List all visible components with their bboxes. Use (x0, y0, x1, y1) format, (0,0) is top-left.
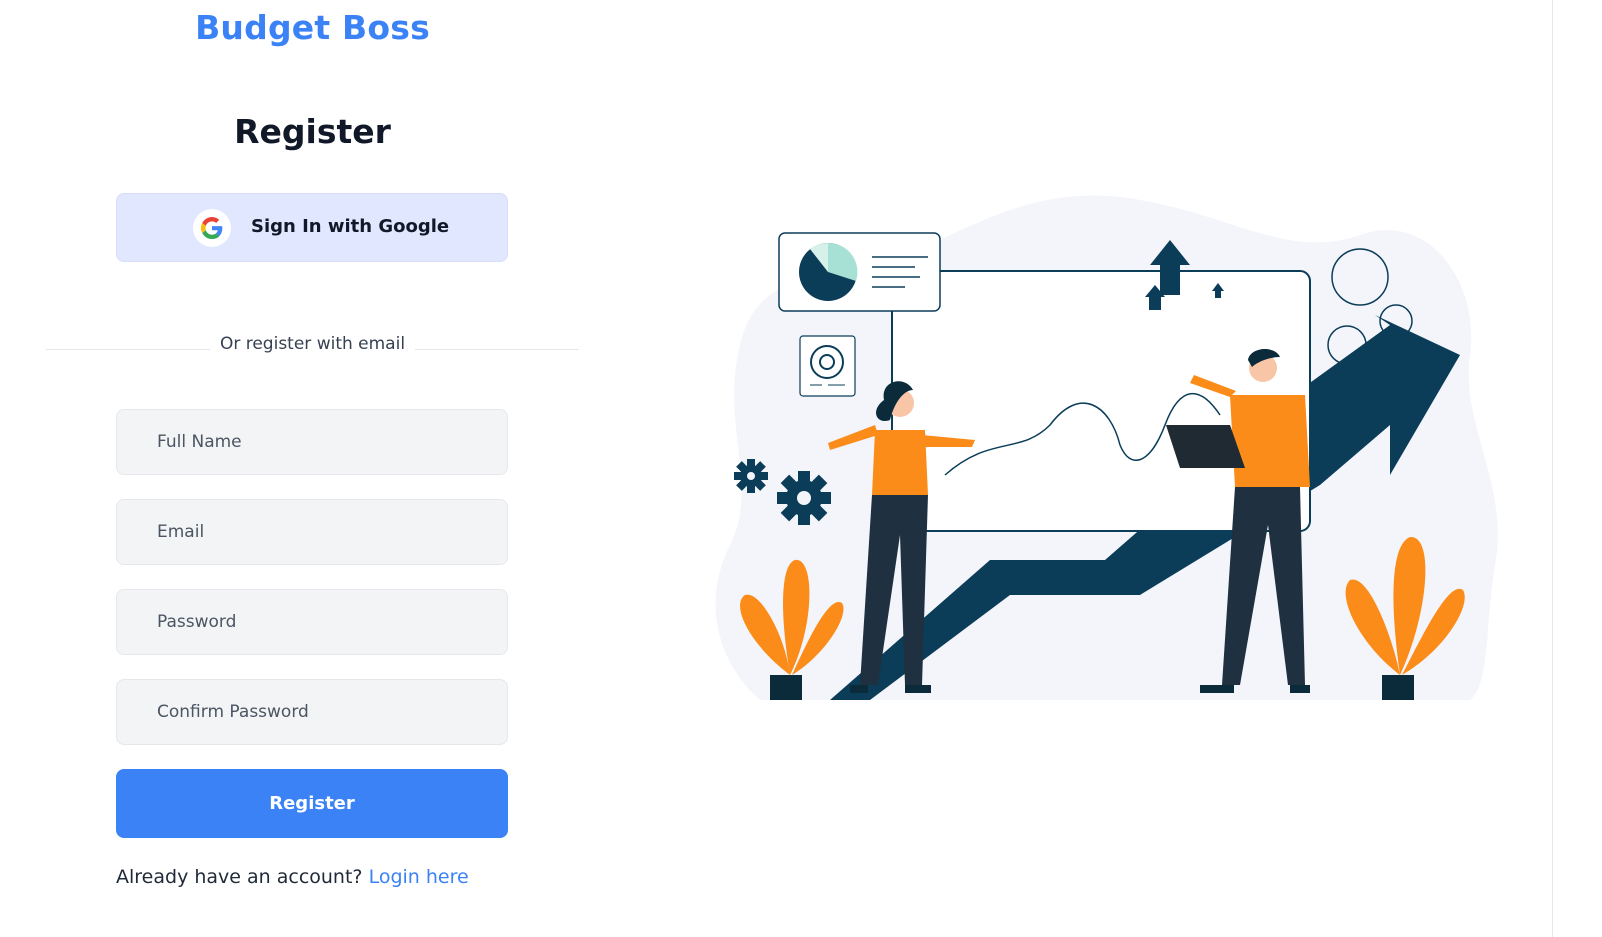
page-title: Register (234, 112, 391, 151)
google-signin-label: Sign In with Google (251, 216, 450, 237)
login-prompt-text: Already have an account? (116, 866, 363, 888)
divider-label: Or register with email (209, 334, 416, 354)
full-name-input[interactable] (116, 409, 508, 475)
divider-text: Or register with email (0, 334, 625, 354)
brand-logo[interactable]: Budget Boss (0, 8, 625, 47)
register-page: Budget Boss Register Sign In with Google… (0, 0, 1602, 937)
confirm-password-input[interactable] (116, 679, 508, 745)
register-panel: Budget Boss Register Sign In with Google… (0, 0, 625, 937)
login-link[interactable]: Login here (369, 866, 469, 888)
scrollbar-edge (1552, 0, 1553, 937)
login-prompt: Already have an account? Login here (116, 866, 469, 888)
google-signin-button[interactable]: Sign In with Google (116, 193, 508, 262)
email-input[interactable] (116, 499, 508, 565)
password-input[interactable] (116, 589, 508, 655)
growth-illustration (715, 195, 1498, 700)
google-icon (193, 209, 231, 247)
register-button[interactable]: Register (116, 769, 508, 838)
